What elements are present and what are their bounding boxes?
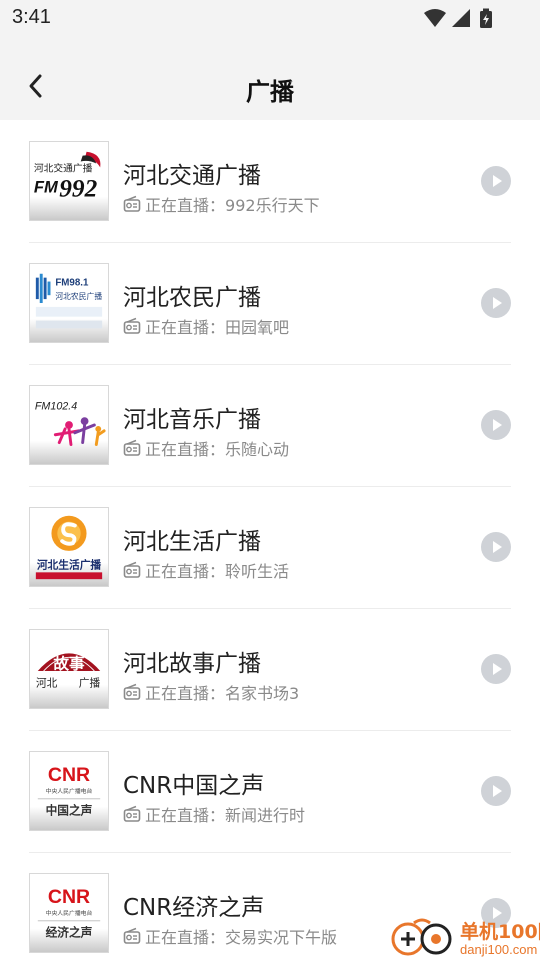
radio-icon (123, 439, 141, 456)
watermark-logo-icon (391, 918, 452, 956)
watermark-url: danji100.com (460, 942, 538, 957)
radio-icon (123, 195, 141, 212)
cnr-logo-sub: 中央人民广播电台 (46, 787, 93, 795)
cnr-economy-text: 经济之声 (46, 925, 93, 939)
now-playing-label: 正在直播 (145, 684, 210, 703)
station-name: CNR经济之声 (123, 895, 265, 921)
now-playing: 正在直播：乐随心动 (123, 436, 290, 459)
story-logo-mark: 故事 (53, 654, 85, 673)
now-playing-label: 正在直播 (145, 318, 210, 337)
play-icon (493, 785, 502, 797)
now-playing-show: 名家书场3 (225, 684, 300, 703)
now-playing-label: 正在直播 (145, 196, 210, 215)
traffic-logo-name: 河北交通广播 (34, 161, 93, 174)
now-playing: 正在直播：名家书场3 (123, 680, 300, 703)
cell-signal-icon (452, 9, 470, 27)
station-item[interactable]: FM102.4 河北音乐广播 正在直播：乐随心动 (29, 364, 511, 487)
app-bar: 广播 (0, 38, 540, 120)
station-item[interactable]: 故事 河北 广播 河北故事广播 正在直播：名家书场3 (29, 608, 511, 731)
traffic-logo-fm: FM (34, 178, 59, 197)
hebei-farmer-fm981-logo: FM98.1 河北农民广播 (29, 263, 109, 343)
play-button[interactable] (481, 410, 511, 440)
now-playing: 正在直播：田园氧吧 (123, 314, 290, 337)
station-item[interactable]: 河北交通广播 FM 992 河北交通广播 正在直播：992乐行天下 (29, 120, 511, 243)
battery-charging-icon (480, 8, 492, 28)
now-playing-separator: ： (209, 562, 226, 581)
now-playing-separator: ： (209, 806, 226, 825)
wifi-icon (424, 9, 446, 27)
radio-icon (123, 927, 141, 944)
screen: 3:41 广播 河北交通广播 FM 992 河北交通广播 正在直播：992乐行天… (0, 0, 540, 960)
now-playing-show: 新闻进行时 (225, 806, 306, 825)
station-name: CNR中国之声 (123, 773, 265, 799)
now-playing: 正在直播：交易实况下午版 (123, 924, 338, 947)
play-icon (493, 297, 502, 309)
station-item[interactable]: 河北生活广播 河北生活广播 正在直播：聆听生活 (29, 486, 511, 609)
story-logo-suffix: 广播 (79, 677, 101, 690)
now-playing-label: 正在直播 (145, 928, 210, 947)
status-icons (422, 8, 500, 28)
now-playing-show: 田园氧吧 (225, 318, 290, 337)
cnr-logo-sub: 中央人民广播电台 (46, 909, 93, 917)
page-title: 广播 (246, 78, 294, 106)
farmer-logo-name: 河北农民广播 (55, 291, 102, 301)
cnr-logo-text: CNR (48, 886, 90, 908)
station-name: 河北生活广播 (123, 529, 261, 555)
life-logo-name: 河北生活广播 (36, 558, 102, 571)
traffic-logo-number: 992 (59, 175, 97, 203)
hebei-traffic-fm992-logo: 河北交通广播 FM 992 (29, 141, 109, 221)
now-playing-show: 聆听生活 (225, 562, 290, 581)
now-playing-separator: ： (209, 440, 226, 459)
now-playing-label: 正在直播 (145, 806, 210, 825)
watermark: 单机100网 danji100.com (388, 915, 540, 960)
station-item[interactable]: CNR 中央人民广播电台 中国之声 CNR中国之声 正在直播：新闻进行时 (29, 730, 511, 853)
play-icon (493, 419, 502, 431)
play-button[interactable] (481, 166, 511, 196)
cnr-voice-text: 中国之声 (46, 803, 93, 817)
cnr-voice-of-china-logo: CNR 中央人民广播电台 中国之声 (29, 751, 109, 831)
hebei-life-logo: 河北生活广播 (29, 507, 109, 587)
radio-icon (123, 317, 141, 334)
now-playing: 正在直播：新闻进行时 (123, 802, 306, 825)
now-playing-label: 正在直播 (145, 440, 210, 459)
now-playing-show: 交易实况下午版 (225, 928, 338, 947)
now-playing-separator: ： (209, 318, 226, 337)
cnr-economy-logo: CNR 中央人民广播电台 经济之声 (29, 873, 109, 953)
radio-icon (123, 683, 141, 700)
now-playing-show: 992乐行天下 (225, 196, 320, 215)
station-name: 河北音乐广播 (123, 407, 261, 433)
story-logo-prefix: 河北 (36, 677, 58, 690)
status-time: 3:41 (12, 6, 51, 28)
station-name: 河北故事广播 (123, 651, 261, 677)
now-playing: 正在直播：聆听生活 (123, 558, 290, 581)
radio-icon (123, 805, 141, 822)
station-name: 河北农民广播 (123, 285, 261, 311)
cnr-logo-text: CNR (48, 764, 90, 786)
now-playing-label: 正在直播 (145, 562, 210, 581)
station-list: 河北交通广播 FM 992 河北交通广播 正在直播：992乐行天下 FM98.1… (0, 120, 540, 960)
play-icon (493, 663, 502, 675)
play-icon (493, 541, 502, 553)
now-playing-separator: ： (209, 928, 226, 947)
station-item[interactable]: FM98.1 河北农民广播 河北农民广播 正在直播：田园氧吧 (29, 242, 511, 365)
status-bar: 3:41 (0, 0, 540, 38)
play-button[interactable] (481, 288, 511, 318)
radio-icon (123, 561, 141, 578)
now-playing-separator: ： (209, 684, 226, 703)
station-name: 河北交通广播 (123, 163, 261, 189)
farmer-logo-fm: FM98.1 (55, 277, 89, 288)
play-button[interactable] (481, 654, 511, 684)
play-button[interactable] (481, 532, 511, 562)
watermark-title: 单机100网 (460, 921, 540, 943)
now-playing-show: 乐随心动 (225, 440, 290, 459)
hebei-story-logo: 故事 河北 广播 (29, 629, 109, 709)
play-icon (493, 175, 502, 187)
music-logo-fm: FM102.4 (35, 400, 77, 412)
now-playing-separator: ： (209, 196, 226, 215)
play-button[interactable] (481, 776, 511, 806)
hebei-music-fm1024-logo: FM102.4 (29, 385, 109, 465)
now-playing: 正在直播：992乐行天下 (123, 192, 320, 215)
